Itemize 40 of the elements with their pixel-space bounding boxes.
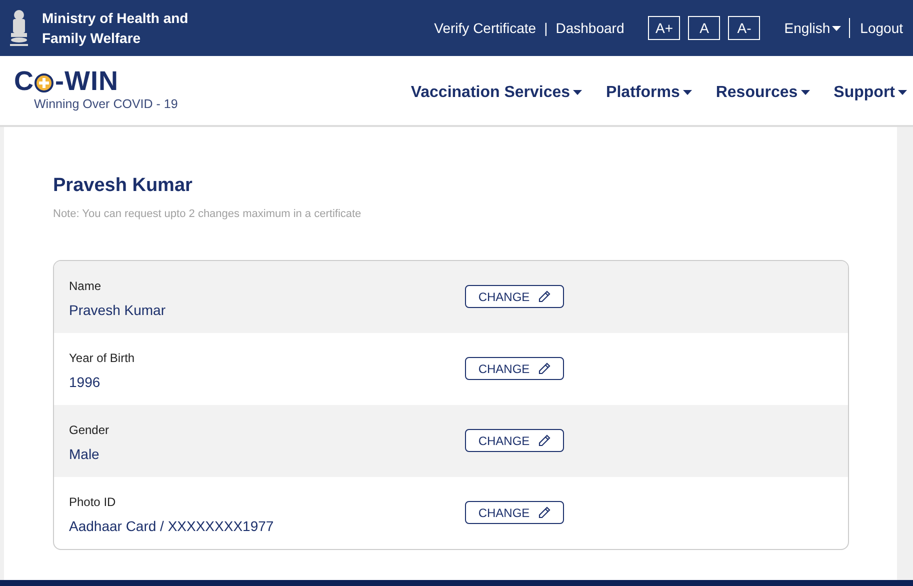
field-label: Name bbox=[69, 278, 102, 296]
note-text: Note: You can request upto 2 changes maximum in a certificate bbox=[53, 206, 362, 222]
pencil-icon bbox=[538, 434, 551, 448]
pencil-icon bbox=[538, 506, 551, 520]
logout-link[interactable]: Logout bbox=[860, 18, 903, 38]
field-label: Year of Birth bbox=[69, 350, 136, 368]
font-size-button[interactable]: A bbox=[688, 16, 720, 40]
nav-menu[interactable]: Vaccination Services bbox=[410, 80, 582, 104]
nav-menu[interactable]: Resources bbox=[716, 80, 810, 104]
field-value: 1996 bbox=[69, 373, 102, 392]
field-value: Aadhaar Card / XXXXXXXX1977 bbox=[69, 517, 275, 536]
font-size-button[interactable]: A- bbox=[728, 16, 760, 40]
logo-tagline: Winning Over COVID - 19 bbox=[34, 96, 178, 114]
emblem-icon bbox=[8, 9, 30, 47]
profile-name: Pravesh Kumar bbox=[53, 175, 194, 198]
ministry-name: Family Welfare bbox=[42, 29, 142, 48]
field-value: Pravesh Kumar bbox=[69, 301, 166, 320]
nav-menu[interactable]: Support bbox=[834, 80, 907, 104]
language-dropdown[interactable]: English bbox=[784, 18, 842, 38]
field-value: Male bbox=[69, 445, 100, 464]
change-button[interactable]: CHANGE bbox=[465, 285, 564, 308]
field-label: Gender bbox=[69, 422, 110, 440]
nav-menu[interactable]: Platforms bbox=[606, 80, 692, 104]
verify-certificate-link[interactable]: Verify Certificate bbox=[434, 18, 536, 38]
font-size-button[interactable]: A+ bbox=[648, 16, 680, 40]
caret-icon bbox=[682, 90, 692, 95]
pencil-icon bbox=[538, 362, 551, 376]
field-label: Photo ID bbox=[69, 494, 117, 512]
dashboard-link[interactable]: Dashboard bbox=[556, 18, 624, 38]
logo[interactable]: C -WIN bbox=[14, 67, 178, 96]
change-button[interactable]: CHANGE bbox=[465, 501, 564, 524]
caret-icon bbox=[832, 26, 842, 32]
separator: | bbox=[544, 18, 548, 38]
pencil-icon bbox=[538, 290, 551, 304]
change-button[interactable]: CHANGE bbox=[465, 429, 564, 452]
ministry-name: Ministry of Health and bbox=[42, 9, 188, 28]
change-button[interactable]: CHANGE bbox=[465, 357, 564, 380]
caret-icon bbox=[898, 90, 907, 95]
caret-icon bbox=[800, 90, 810, 95]
caret-icon bbox=[573, 90, 582, 95]
